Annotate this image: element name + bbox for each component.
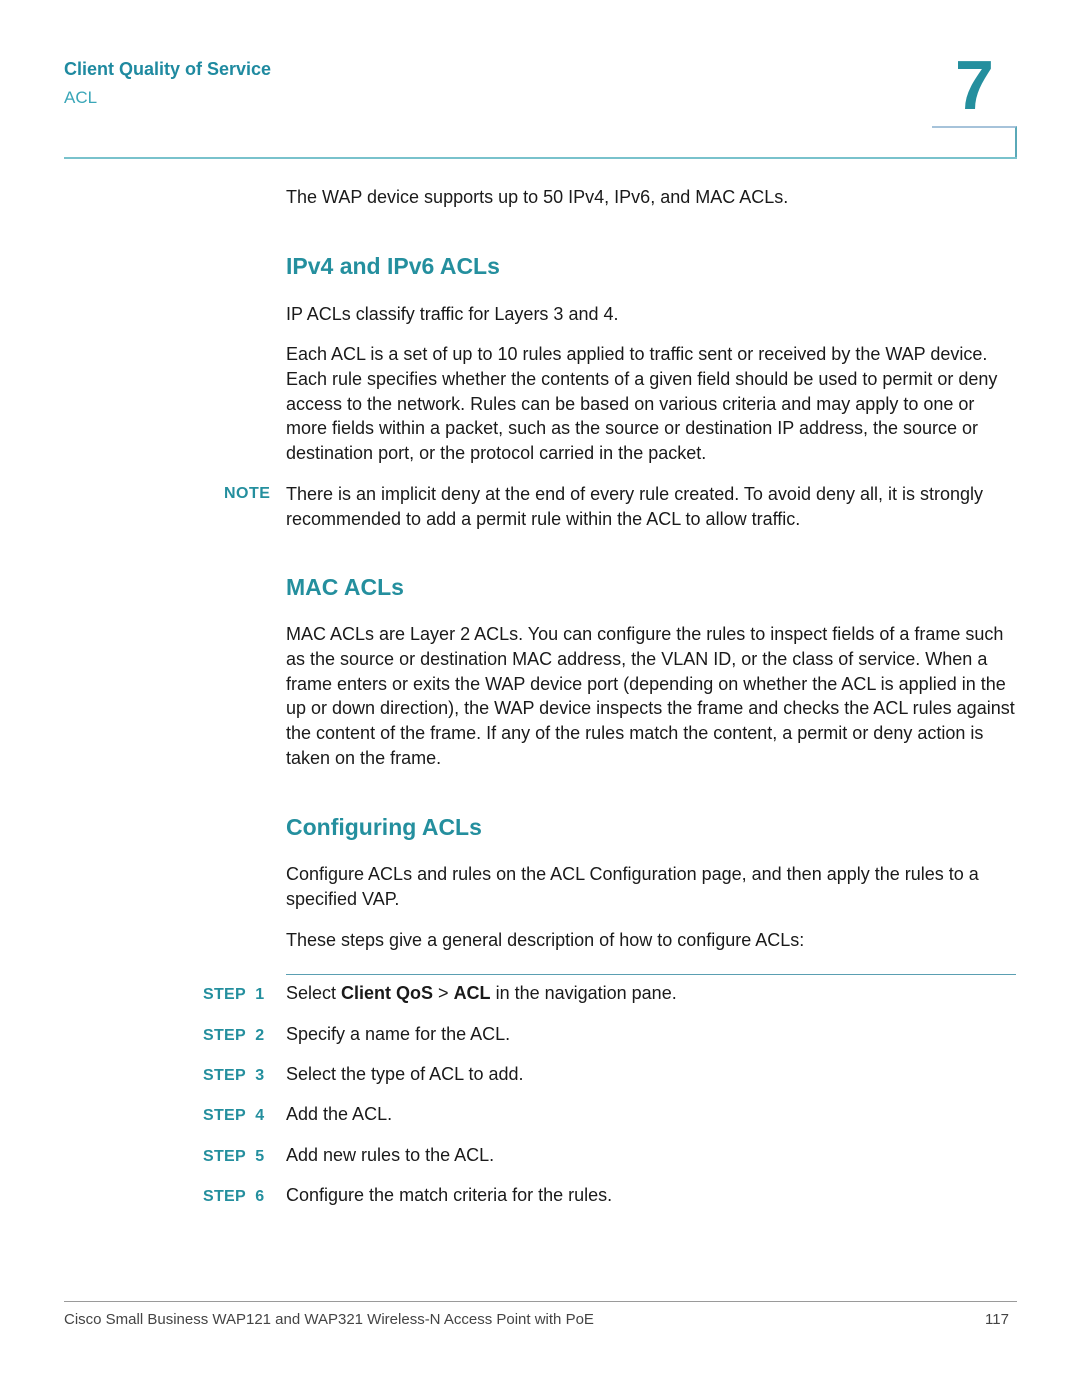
paragraph: MAC ACLs are Layer 2 ACLs. You can confi… bbox=[286, 624, 1015, 768]
step-1: STEP 1 Select Client QoS > ACL in the na… bbox=[203, 983, 1023, 1004]
step-label: STEP 1 bbox=[203, 986, 265, 1003]
note-label: NOTE bbox=[224, 485, 271, 502]
step-label: STEP 3 bbox=[203, 1067, 265, 1084]
chapter-number-box bbox=[932, 126, 1017, 159]
heading-mac-acls: MAC ACLs bbox=[286, 574, 404, 600]
footer-title: Cisco Small Business WAP121 and WAP321 W… bbox=[64, 1311, 594, 1328]
step-text: Add the ACL. bbox=[286, 1104, 393, 1124]
step-3: STEP 3 Select the type of ACL to add. bbox=[203, 1064, 1023, 1085]
steps-divider bbox=[286, 974, 1016, 975]
step-4: STEP 4 Add the ACL. bbox=[203, 1104, 1023, 1125]
chapter-number: 7 bbox=[955, 46, 994, 124]
paragraph: Each ACL is a set of up to 10 rules appl… bbox=[286, 344, 998, 464]
section-label: ACL bbox=[64, 88, 98, 107]
step-text: Specify a name for the ACL. bbox=[286, 1024, 511, 1044]
paragraph: Configure ACLs and rules on the ACL Conf… bbox=[286, 864, 979, 909]
step-2: STEP 2 Specify a name for the ACL. bbox=[203, 1024, 1023, 1045]
step-6: STEP 6 Configure the match criteria for … bbox=[203, 1185, 1023, 1206]
step-label: STEP 2 bbox=[203, 1027, 265, 1044]
footer-divider bbox=[64, 1301, 1017, 1302]
step-text: Select Client QoS > ACL in the navigatio… bbox=[286, 983, 677, 1003]
heading-ipv4-ipv6-acls: IPv4 and IPv6 ACLs bbox=[286, 253, 500, 279]
paragraph: IP ACLs classify traffic for Layers 3 an… bbox=[286, 304, 619, 324]
page-number: 117 bbox=[985, 1311, 1009, 1328]
step-text: Select the type of ACL to add. bbox=[286, 1064, 524, 1084]
step-5: STEP 5 Add new rules to the ACL. bbox=[203, 1145, 1023, 1166]
header-divider bbox=[64, 157, 1017, 159]
step-text: Add new rules to the ACL. bbox=[286, 1145, 495, 1165]
step-label: STEP 4 bbox=[203, 1107, 265, 1124]
note-text: There is an implicit deny at the end of … bbox=[286, 484, 984, 529]
step-label: STEP 5 bbox=[203, 1148, 265, 1165]
step-label: STEP 6 bbox=[203, 1188, 265, 1205]
paragraph: These steps give a general description o… bbox=[286, 930, 805, 950]
heading-configuring-acls: Configuring ACLs bbox=[286, 814, 482, 840]
chapter-title: Client Quality of Service bbox=[64, 59, 272, 79]
intro-paragraph: The WAP device supports up to 50 IPv4, I… bbox=[286, 187, 789, 207]
step-text: Configure the match criteria for the rul… bbox=[286, 1185, 613, 1205]
